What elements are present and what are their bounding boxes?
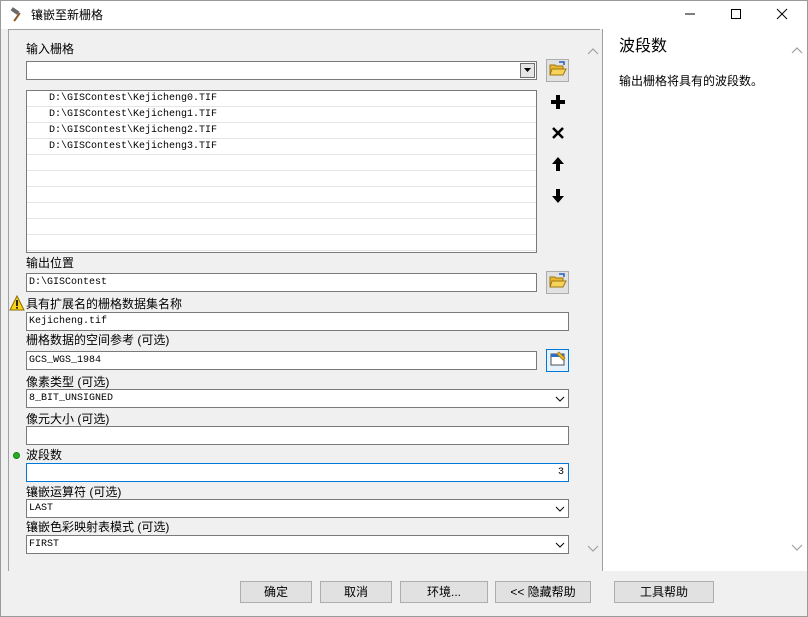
spatial-reference-input[interactable]: GCS_WGS_1984 bbox=[26, 351, 537, 370]
list-item[interactable]: D:\GISContest\Kejicheng1.TIF bbox=[27, 107, 536, 123]
close-button[interactable] bbox=[759, 1, 805, 29]
spatial-reference-properties-button[interactable] bbox=[546, 349, 569, 372]
chevron-down-icon bbox=[791, 541, 803, 555]
colormap-mode-label: 镶嵌色彩映射表模式 (可选) bbox=[26, 520, 170, 534]
maximize-button[interactable] bbox=[713, 1, 759, 29]
parameters-panel: 输入栅格 D:\GISContest\Kejicheng0.TIF D:\GIS… bbox=[8, 29, 601, 572]
empty-list-row bbox=[27, 219, 536, 235]
empty-list-row bbox=[27, 171, 536, 187]
pixel-type-select[interactable]: 8_BIT_UNSIGNED bbox=[26, 389, 569, 408]
pixel-type-value: 8_BIT_UNSIGNED bbox=[29, 393, 114, 404]
input-rasters-combobox[interactable] bbox=[26, 61, 537, 80]
dialog-button-bar: 确定 取消 环境... << 隐藏帮助 工具帮助 bbox=[1, 572, 807, 616]
empty-list-row bbox=[27, 155, 536, 171]
scroll-up-button[interactable] bbox=[584, 42, 601, 59]
mosaic-operator-value: LAST bbox=[29, 503, 54, 514]
output-location-label: 输出位置 bbox=[26, 256, 75, 270]
mosaic-operator-label: 镶嵌运算符 (可选) bbox=[26, 485, 122, 499]
move-down-button[interactable] bbox=[546, 186, 569, 209]
input-rasters-list[interactable]: D:\GISContest\Kejicheng0.TIF D:\GISConte… bbox=[26, 90, 537, 253]
properties-icon bbox=[550, 351, 566, 370]
parameters-scrollbar[interactable] bbox=[584, 30, 601, 572]
environments-button[interactable]: 环境... bbox=[400, 581, 488, 603]
cellsize-input[interactable] bbox=[26, 426, 569, 445]
browse-output-location-button[interactable] bbox=[546, 271, 569, 294]
x-icon bbox=[551, 126, 565, 143]
minimize-button[interactable] bbox=[667, 1, 713, 29]
scroll-down-button[interactable] bbox=[584, 540, 601, 557]
add-item-button[interactable] bbox=[546, 92, 569, 115]
chevron-down-icon bbox=[555, 394, 565, 404]
cellsize-label: 像元大小 (可选) bbox=[26, 412, 110, 426]
cancel-button[interactable]: 取消 bbox=[320, 581, 392, 603]
close-icon bbox=[776, 8, 788, 23]
list-item[interactable]: D:\GISContest\Kejicheng3.TIF bbox=[27, 139, 536, 155]
tool-dialog-window: 镶嵌至新栅格 输入栅格 D:\GISContest\Kejicheng0.TIF… bbox=[0, 0, 808, 617]
open-folder-icon bbox=[548, 61, 567, 80]
dataset-name-label: 具有扩展名的栅格数据集名称 bbox=[26, 297, 183, 311]
remove-item-button[interactable] bbox=[546, 123, 569, 146]
browse-input-rasters-button[interactable] bbox=[546, 59, 569, 82]
chevron-up-icon bbox=[791, 43, 803, 57]
dropdown-arrow-icon bbox=[524, 62, 531, 79]
maximize-icon bbox=[731, 8, 741, 22]
help-scroll-up-button[interactable] bbox=[788, 41, 805, 58]
empty-list-row bbox=[27, 203, 536, 219]
bands-input[interactable]: 3 bbox=[26, 463, 569, 482]
chevron-up-icon bbox=[587, 44, 599, 58]
input-rasters-dropdown-button[interactable] bbox=[520, 63, 535, 78]
chevron-down-icon bbox=[587, 542, 599, 556]
title-bar[interactable]: 镶嵌至新栅格 bbox=[1, 1, 807, 29]
arrow-up-icon bbox=[551, 156, 565, 175]
mosaic-operator-select[interactable]: LAST bbox=[26, 499, 569, 518]
window-title: 镶嵌至新栅格 bbox=[31, 8, 104, 22]
list-item[interactable]: D:\GISContest\Kejicheng2.TIF bbox=[27, 123, 536, 139]
help-panel: 波段数 输出栅格将具有的波段数。 bbox=[602, 29, 807, 571]
help-text: 输出栅格将具有的波段数。 bbox=[619, 74, 764, 88]
dataset-name-input[interactable]: Kejicheng.tif bbox=[26, 312, 569, 331]
hammer-icon bbox=[9, 7, 25, 23]
bands-label: 波段数 bbox=[26, 448, 63, 462]
arrow-down-icon bbox=[551, 188, 565, 207]
empty-list-row bbox=[27, 187, 536, 203]
help-title: 波段数 bbox=[619, 38, 668, 55]
minimize-icon bbox=[685, 8, 695, 22]
chevron-down-icon bbox=[555, 504, 565, 514]
warning-icon bbox=[9, 294, 25, 311]
output-location-input[interactable]: D:\GISContest bbox=[26, 273, 537, 292]
chevron-down-icon bbox=[555, 540, 565, 550]
move-up-button[interactable] bbox=[546, 154, 569, 177]
input-rasters-label: 输入栅格 bbox=[26, 42, 75, 56]
colormap-mode-select[interactable]: FIRST bbox=[26, 535, 569, 554]
required-indicator-icon bbox=[13, 452, 20, 459]
spatial-reference-label: 栅格数据的空间参考 (可选) bbox=[26, 333, 170, 347]
tool-help-button[interactable]: 工具帮助 bbox=[614, 581, 714, 603]
hide-help-button[interactable]: << 隐藏帮助 bbox=[495, 581, 591, 603]
open-folder-icon bbox=[548, 273, 567, 292]
help-scroll-down-button[interactable] bbox=[788, 539, 805, 556]
list-item[interactable]: D:\GISContest\Kejicheng0.TIF bbox=[27, 91, 536, 107]
colormap-mode-value: FIRST bbox=[29, 539, 60, 550]
empty-list-row bbox=[27, 235, 536, 251]
ok-button[interactable]: 确定 bbox=[240, 581, 312, 603]
pixel-type-label: 像素类型 (可选) bbox=[26, 375, 110, 389]
plus-icon bbox=[550, 94, 566, 113]
